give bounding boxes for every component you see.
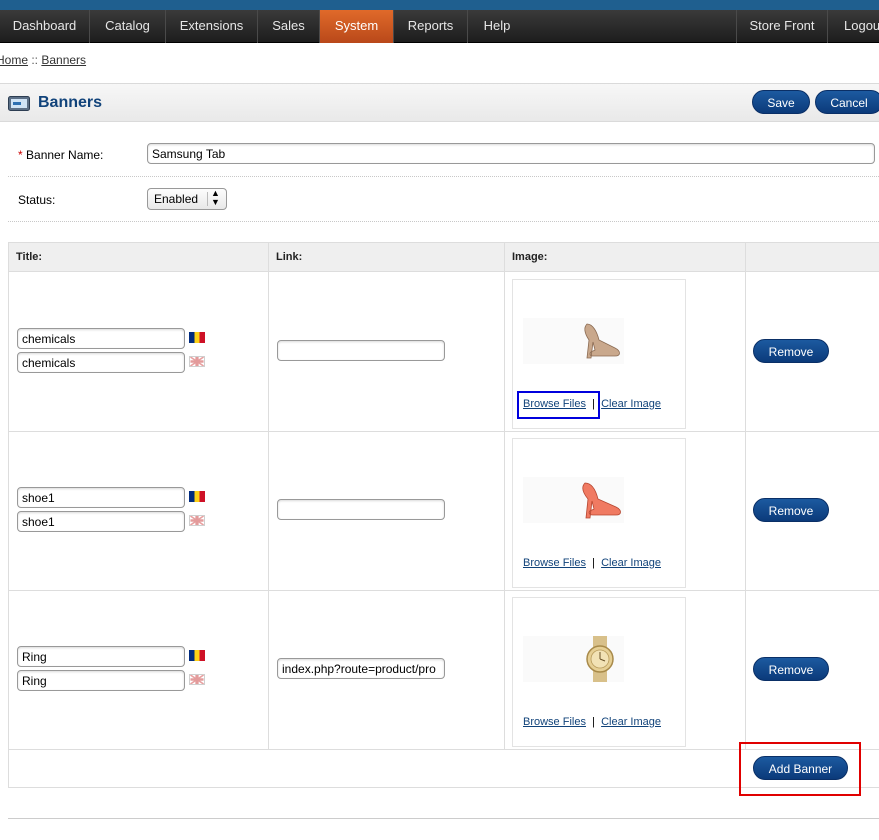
breadcrumb-separator: :: <box>28 53 42 67</box>
gold-watch-image <box>523 636 624 682</box>
link-input[interactable] <box>277 499 445 520</box>
title-input-ro[interactable] <box>17 328 185 349</box>
main-menu: Dashboard Catalog Extensions Sales Syste… <box>0 10 879 43</box>
remove-button[interactable]: Remove <box>753 498 829 522</box>
title-input-en[interactable] <box>17 352 185 373</box>
uk-flag-icon <box>189 674 205 685</box>
link-input[interactable] <box>277 340 445 361</box>
column-divider <box>268 243 269 749</box>
coral-high-heel-shoe-image <box>523 477 624 523</box>
column-header-title: Title: <box>16 251 43 263</box>
banner-name-label: * Banner Name: <box>18 148 103 162</box>
page-title: Banners <box>38 94 103 111</box>
remove-button[interactable]: Remove <box>753 657 829 681</box>
remove-button[interactable]: Remove <box>753 339 829 363</box>
romania-flag-icon <box>189 491 205 502</box>
menu-catalog[interactable]: Catalog <box>90 10 166 43</box>
romania-flag-icon <box>189 332 205 343</box>
image-preview-box: Browse Files | Clear Image <box>512 438 686 588</box>
select-divider <box>207 192 208 206</box>
menu-logout[interactable]: Logout <box>828 10 879 43</box>
cancel-button[interactable]: Cancel <box>815 90 879 114</box>
title-input-en[interactable] <box>17 670 185 691</box>
breadcrumb-banners-link[interactable]: Banners <box>41 53 86 67</box>
menu-extensions[interactable]: Extensions <box>166 10 258 43</box>
page-bottom-divider <box>8 818 879 819</box>
table-header-row: Title: Link: Image: <box>9 243 879 272</box>
add-banner-highlight <box>739 742 861 796</box>
clear-image-link[interactable]: Clear Image <box>601 398 661 410</box>
status-select[interactable]: Enabled ▲ ▼ <box>147 188 227 210</box>
row-divider <box>9 590 879 591</box>
image-preview-box: Browse Files | Clear Image <box>512 597 686 747</box>
link-separator: | <box>592 557 595 569</box>
browse-files-link[interactable]: Browse Files <box>523 557 586 569</box>
beige-high-heel-shoe-image <box>523 318 624 364</box>
menu-reports[interactable]: Reports <box>393 10 468 43</box>
image-links: Browse Files | Clear Image <box>523 716 661 728</box>
title-input-en[interactable] <box>17 511 185 532</box>
uk-flag-icon <box>189 515 205 526</box>
required-mark: * <box>18 148 23 162</box>
image-links: Browse Files | Clear Image <box>523 557 661 569</box>
clear-image-link[interactable]: Clear Image <box>601 716 661 728</box>
uk-flag-icon <box>189 356 205 367</box>
status-label: Status: <box>18 193 56 207</box>
column-divider <box>504 243 505 749</box>
breadcrumb-home-link[interactable]: Home <box>0 53 28 67</box>
save-button[interactable]: Save <box>752 90 810 114</box>
browse-files-highlight <box>517 391 600 419</box>
column-divider <box>745 243 746 749</box>
menu-sales[interactable]: Sales <box>258 10 320 43</box>
link-input[interactable] <box>277 658 445 679</box>
romania-flag-icon <box>189 650 205 661</box>
menu-system[interactable]: System <box>320 10 393 43</box>
updown-arrows-icon: ▲ ▼ <box>211 188 220 207</box>
menu-help[interactable]: Help <box>468 10 526 43</box>
page-heading-bar: Banners Save Cancel <box>0 83 879 122</box>
link-separator: | <box>592 716 595 728</box>
clear-image-link[interactable]: Clear Image <box>601 557 661 569</box>
form-divider <box>8 221 879 222</box>
menu-dashboard[interactable]: Dashboard <box>0 10 90 43</box>
column-header-image: Image: <box>512 251 548 263</box>
title-input-ro[interactable] <box>17 487 185 508</box>
column-header-link: Link: <box>276 251 303 263</box>
banner-name-input[interactable] <box>147 143 875 164</box>
browse-files-link[interactable]: Browse Files <box>523 716 586 728</box>
banner-name-label-text: Banner Name: <box>26 148 104 162</box>
status-select-value: Enabled <box>154 192 199 206</box>
breadcrumb: Home :: Banners <box>0 53 86 67</box>
menu-store-front[interactable]: Store Front <box>736 10 828 43</box>
top-accent-strip <box>0 0 879 10</box>
row-divider <box>9 431 879 432</box>
form-divider <box>8 176 879 177</box>
banner-icon <box>8 96 30 111</box>
title-input-ro[interactable] <box>17 646 185 667</box>
